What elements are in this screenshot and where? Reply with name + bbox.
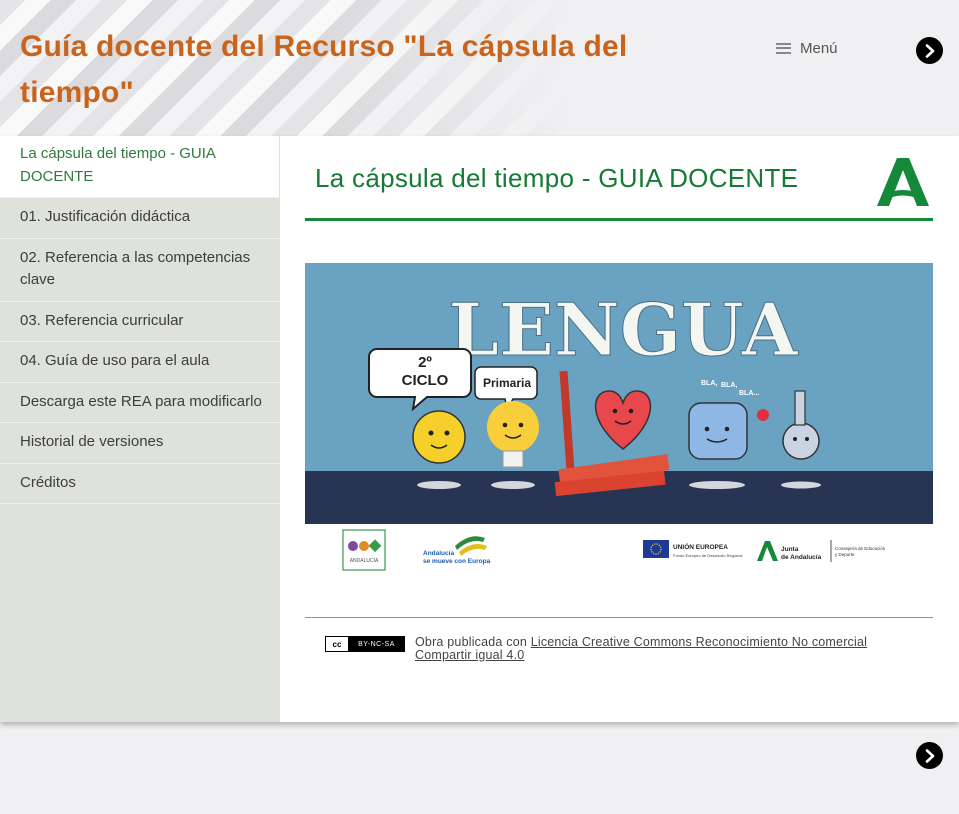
footer-divider [305,617,933,618]
cc-license-badge[interactable]: cc BY-NC-SA [325,636,405,652]
sidebar-item-descarga[interactable]: Descarga este REA para modificarlo [0,383,280,423]
menu-label: Menú [800,39,838,57]
cc-badge-text: BY-NC-SA [349,637,404,651]
bubble-text-ciclo: CICLO [402,372,449,389]
sidebar-item-label: 01. Justificación didáctica [20,208,191,225]
chevron-right-icon [925,43,934,58]
license-text: Obra publicada con Licencia Creative Com… [415,636,915,662]
svg-text:Consejería de Educación: Consejería de Educación [835,546,886,551]
junta-andalucia-logo [877,158,929,206]
hamburger-icon [776,42,791,54]
svg-text:se mueve con Europa: se mueve con Europa [423,558,491,565]
sidebar-item-label: La cápsula del tiempo - GUIA DOCENTE [20,145,216,185]
svg-text:Junta: Junta [781,546,799,553]
license-prefix: Obra publicada con [415,635,531,649]
bubble-text-ciclo-number: 2º [418,354,432,371]
andalucia-europa-logo: Andalucía se mueve con Europa [423,536,491,565]
svg-text:y Deporte: y Deporte [835,552,855,557]
next-page-button-bottom[interactable] [916,742,943,769]
svg-text:UNIÓN EUROPEA: UNIÓN EUROPEA [673,542,728,551]
union-europea-logo: UNIÓN EUROPEA Fondo Europeo de Desarroll… [643,540,742,558]
svg-text:Andalucía: Andalucía [423,550,454,557]
cc-icon: cc [326,637,349,651]
sidebar-item-justificacion[interactable]: 01. Justificación didáctica [0,198,280,239]
sidebar-item-label: 04. Guía de uso para el aula [20,352,210,369]
junta-andalucia-small-logo: Junta de Andalucía Consejería de Educaci… [757,540,886,562]
rea-logo-text: ANDALUCÍA [350,557,379,564]
svg-text:Fondo Europeo de Desarrollo Re: Fondo Europeo de Desarrollo Regional [673,553,742,558]
banner-bla-text: BLA, [721,382,737,389]
lengua-banner-image: LENGUA 2º CICLO Primaria BLA, BLA, BLA..… [305,263,933,524]
banner-bla-text: BLA, [701,380,717,387]
sidebar-item-guia-uso[interactable]: 04. Guía de uso para el aula [0,342,280,383]
sidebar-item-label: 02. Referencia a las competencias clave [20,248,251,289]
sidebar-item-historial[interactable]: Historial de versiones [0,423,280,464]
main-panel: La cápsula del tiempo - GUIA DOCENTE 01.… [0,136,959,722]
sidebar-item-label: Historial de versiones [20,433,164,450]
sidebar-item-label: Descarga este REA para modificarlo [20,392,262,410]
sidebar-item-label: 03. Referencia curricular [20,311,184,329]
sidebar-item-creditos[interactable]: Créditos [0,464,280,504]
content-area: La cápsula del tiempo - GUIA DOCENTE LEN… [305,136,933,722]
sidebar-nav: La cápsula del tiempo - GUIA DOCENTE 01.… [0,136,280,722]
chevron-right-icon [925,748,934,763]
sidebar-item-guia-docente[interactable]: La cápsula del tiempo - GUIA DOCENTE [0,136,280,198]
sidebar-item-label: Créditos [20,473,76,491]
svg-text:de Andalucía: de Andalucía [781,554,822,561]
menu-toggle-button[interactable]: Menú [776,38,838,58]
banner-title: LENGUA [448,287,798,372]
sponsor-logos: ANDALUCÍA Andalucía se mueve con Europa … [342,529,886,571]
page-heading-row: La cápsula del tiempo - GUIA DOCENTE [305,136,933,221]
bubble-text-primaria: Primaria [483,376,531,390]
page-title: La cápsula del tiempo - GUIA DOCENTE [315,163,799,193]
banner-bla-text: BLA... [739,390,759,397]
next-page-button[interactable] [916,37,943,64]
sidebar-item-competencias[interactable]: 02. Referencia a las competencias clave [0,239,280,302]
license-block: cc BY-NC-SA Obra publicada con Licencia … [325,636,915,662]
site-title: Guía docente del Recurso "La cápsula del… [20,30,628,109]
sidebar-item-curricular[interactable]: 03. Referencia curricular [0,302,280,342]
